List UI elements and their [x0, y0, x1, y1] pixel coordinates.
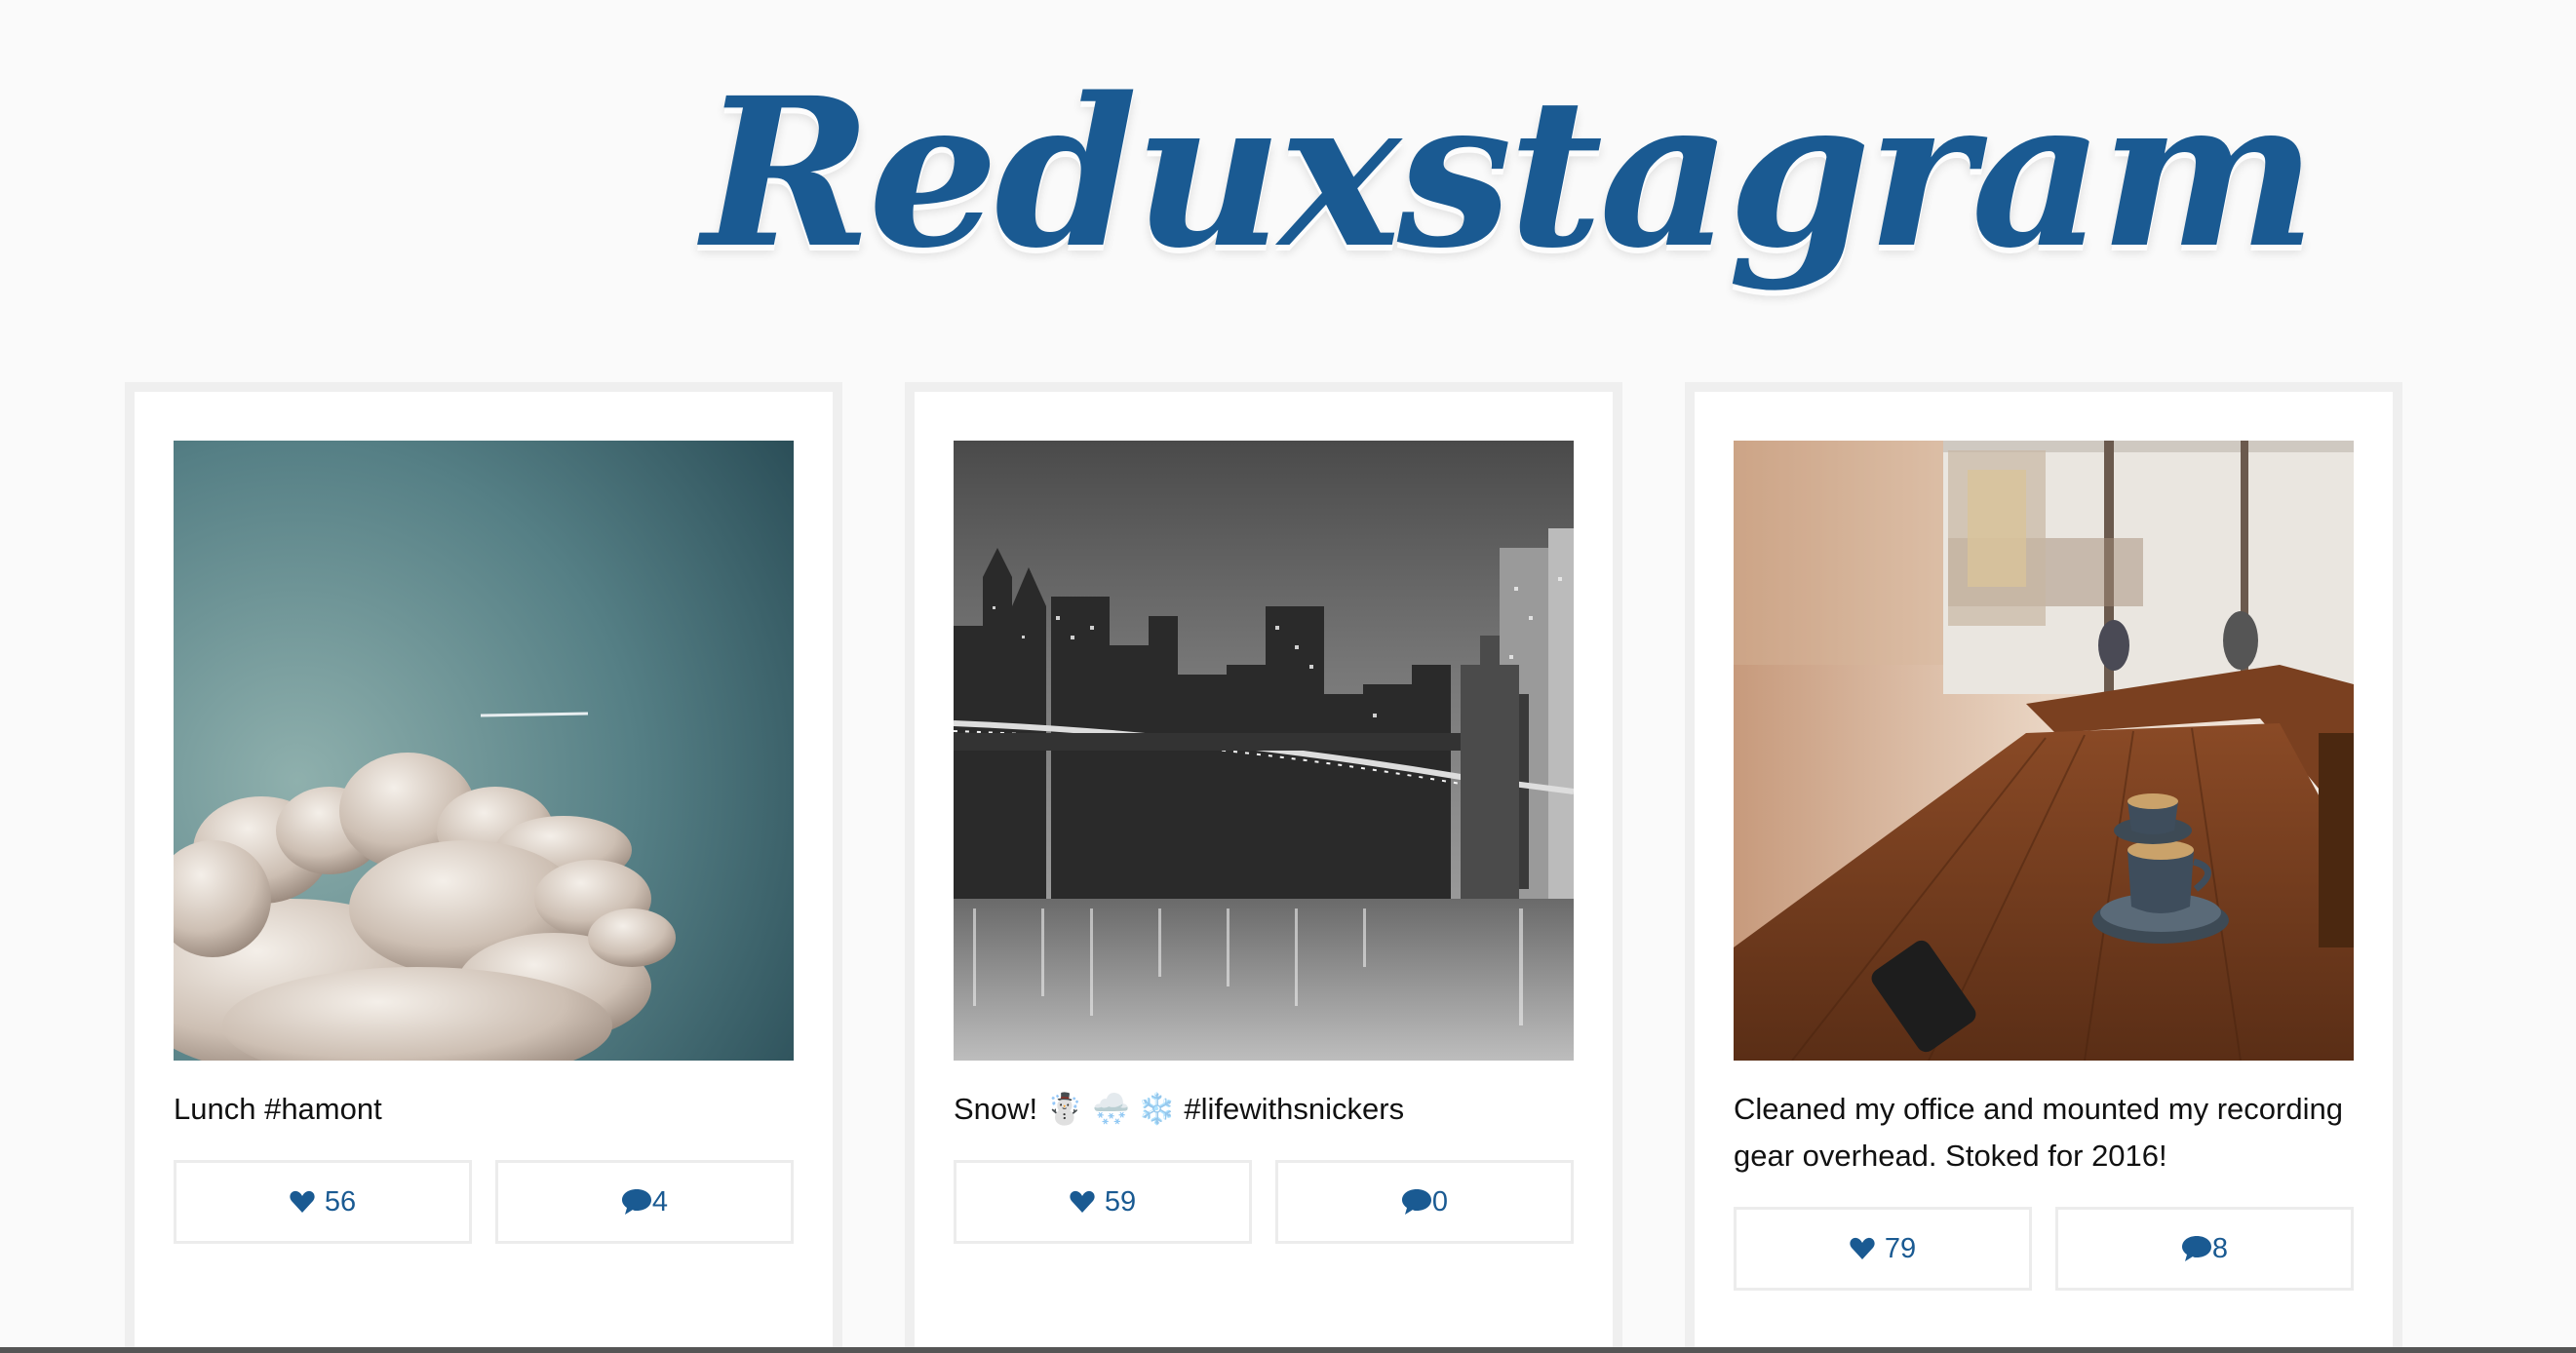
like-button[interactable]: 56: [174, 1160, 472, 1244]
page: Reduxstagram Lunch #hamont 56 4 Snow! ☃️…: [0, 0, 2576, 1353]
comment-button[interactable]: 8: [2055, 1207, 2354, 1291]
post-caption: Snow! ☃️ 🌨️ ❄️ #lifewithsnickers: [954, 1092, 1405, 1126]
post-photo[interactable]: [174, 441, 794, 1061]
comment-button[interactable]: 4: [495, 1160, 794, 1244]
sky-cloud-image: [174, 441, 794, 1061]
heart-icon: [290, 1190, 315, 1214]
app-logo[interactable]: Reduxstagram: [702, 27, 2317, 378]
post-caption: Cleaned my office and mounted my recordi…: [1734, 1092, 2343, 1173]
post-photo[interactable]: [954, 441, 1574, 1061]
heart-icon: [1850, 1237, 1875, 1260]
heart-icon: [1070, 1190, 1095, 1214]
window-bottom-edge: [0, 1347, 2576, 1353]
like-button[interactable]: 79: [1734, 1207, 2032, 1291]
comment-count: 0: [1431, 1185, 1449, 1218]
post-photo[interactable]: [1734, 441, 2354, 1061]
speech-bubble-icon: [2181, 1235, 2212, 1262]
speech-bubble-icon: [1401, 1188, 1432, 1216]
comment-count: 8: [2211, 1232, 2229, 1264]
like-count: 56: [324, 1185, 357, 1218]
speech-bubble-icon: [621, 1188, 652, 1216]
comment-button[interactable]: 0: [1275, 1160, 1574, 1244]
photo-card: Cleaned my office and mounted my recordi…: [1685, 382, 2402, 1353]
city-skyline-image: [954, 441, 1574, 1061]
comment-count: 4: [651, 1185, 669, 1218]
photo-card: Lunch #hamont 56 4: [125, 382, 842, 1353]
like-button[interactable]: 59: [954, 1160, 1252, 1244]
like-count: 59: [1104, 1185, 1137, 1218]
cafe-table-image: [1734, 441, 2354, 1061]
post-caption: Lunch #hamont: [174, 1092, 382, 1126]
like-count: 79: [1884, 1232, 1917, 1264]
photo-card: Snow! ☃️ 🌨️ ❄️ #lifewithsnickers 59 0: [905, 382, 1622, 1353]
